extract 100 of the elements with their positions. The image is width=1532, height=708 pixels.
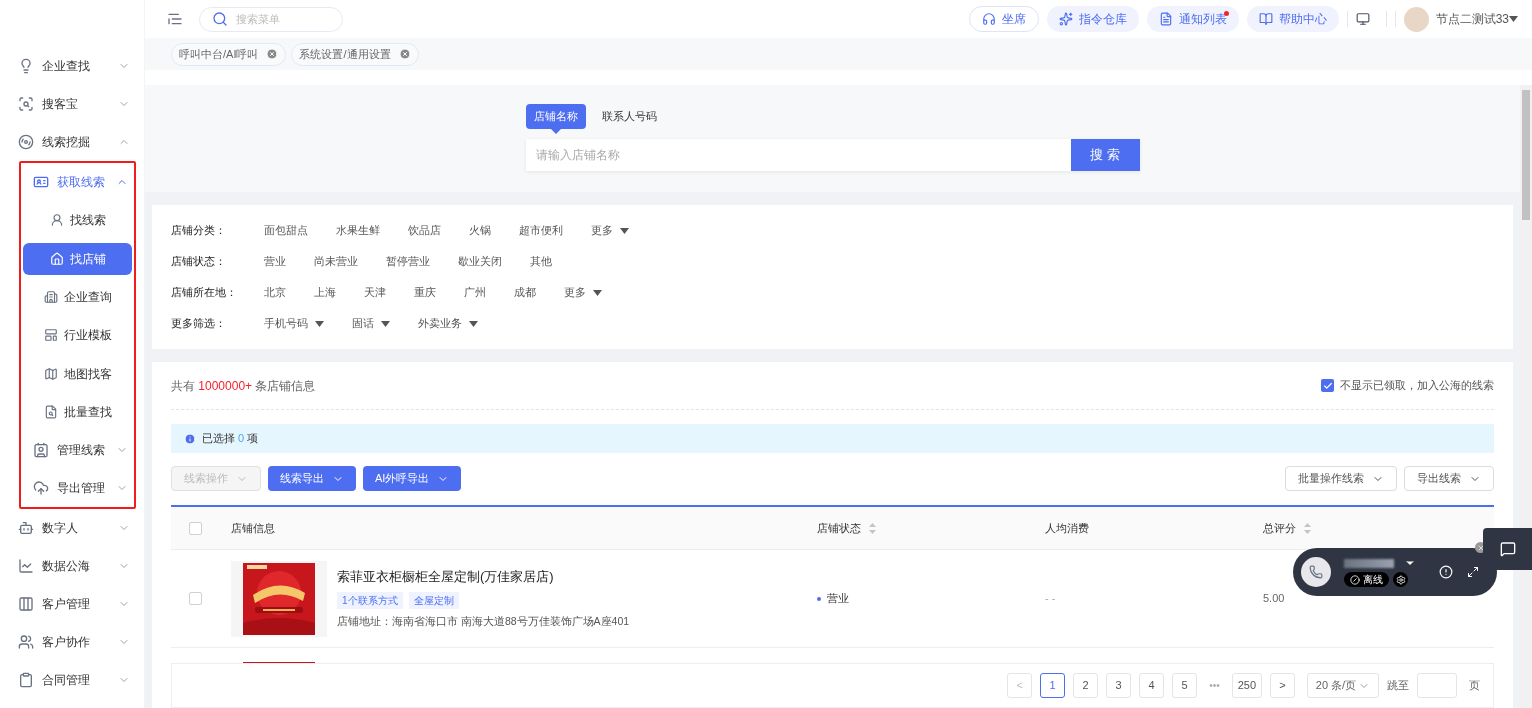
filter-option[interactable]: 固话 xyxy=(352,315,390,332)
toolbar-button[interactable]: 帮助中心 xyxy=(1246,6,1339,32)
checkbox-label[interactable]: 不显示已领取，加入公海的线索 xyxy=(1340,377,1494,394)
filter-option[interactable]: 水果生鲜 xyxy=(336,222,380,239)
next-page-button[interactable]: > xyxy=(1270,673,1295,698)
page-size-select[interactable]: 20 条/页 xyxy=(1307,673,1379,698)
sidebar-item[interactable]: 搜客宝 xyxy=(0,85,144,123)
phone-icon[interactable] xyxy=(1309,565,1323,579)
chat-tab[interactable] xyxy=(1483,528,1532,570)
filter-option[interactable]: 手机号码 xyxy=(264,315,324,332)
sparkle-icon xyxy=(1058,12,1073,26)
caret-icon xyxy=(1509,16,1518,22)
action-dropdown-button[interactable]: 批量操作线索 xyxy=(1285,466,1397,491)
building-icon xyxy=(43,289,58,304)
sidebar-item[interactable]: 获取线索 xyxy=(21,163,134,201)
result-count: 共有 1000000+ 条店铺信息 xyxy=(171,377,317,395)
filter-option[interactable]: 更多 xyxy=(591,222,629,239)
document-icon xyxy=(1158,12,1173,26)
filter-option[interactable]: 重庆 xyxy=(414,284,436,301)
tab-pointer xyxy=(550,129,561,134)
search-button[interactable]: 搜 索 xyxy=(1070,139,1140,171)
column-header[interactable]: 人均消费 xyxy=(1045,519,1089,537)
settings-icon[interactable] xyxy=(1395,574,1406,585)
filter-option[interactable]: 营业 xyxy=(264,253,286,270)
store-tag: 全屋定制 xyxy=(408,591,459,609)
checkbox[interactable] xyxy=(189,521,202,535)
filter-option[interactable]: 歇业关闭 xyxy=(458,253,502,270)
cloud-upload-icon xyxy=(33,480,49,497)
user-name[interactable]: 节点二测试33 xyxy=(1435,10,1509,28)
sidebar-item[interactable]: 行业模板 xyxy=(23,319,132,352)
toolbar-button[interactable]: 坐席 xyxy=(968,6,1039,32)
filter-option[interactable]: 更多 xyxy=(564,284,602,301)
sidebar-item[interactable]: 数据公海 xyxy=(0,547,144,586)
page-tab[interactable]: 呼叫中台/AI呼叫 xyxy=(171,42,287,66)
search-type-tab[interactable]: 店铺名称 xyxy=(525,104,586,129)
menu-icon[interactable] xyxy=(167,11,183,27)
search-input[interactable]: 搜索菜单 xyxy=(236,10,316,28)
headset-icon xyxy=(981,12,996,26)
toolbar-button[interactable]: 通知列表 xyxy=(1146,6,1239,32)
filter-option[interactable]: 饮品店 xyxy=(408,222,441,239)
checkbox[interactable] xyxy=(189,592,202,605)
toolbar-button[interactable]: 指令仓库 xyxy=(1046,6,1139,32)
store-name[interactable]: 索菲亚衣柜橱柜全屋定制(万佳家居店) xyxy=(337,567,630,587)
search-type-tab[interactable]: 联系人号码 xyxy=(593,104,665,129)
status-pill[interactable]: 离线 xyxy=(1344,572,1389,587)
sidebar-item[interactable]: 客户管理 xyxy=(0,585,144,624)
person-icon xyxy=(49,213,64,228)
page-button[interactable]: 4 xyxy=(1139,673,1165,698)
column-header[interactable]: 店铺信息 xyxy=(231,519,275,537)
filter-option[interactable]: 天津 xyxy=(364,284,386,301)
filter-option[interactable]: 超市便利 xyxy=(519,222,563,239)
file-search-icon xyxy=(43,405,58,420)
sidebar-item[interactable]: 企业查找 xyxy=(0,47,144,85)
page-button[interactable]: 1 xyxy=(1040,673,1066,698)
sidebar-item[interactable]: 客户协作 xyxy=(0,623,144,662)
action-dropdown-button[interactable]: AI外呼导出 xyxy=(363,466,462,491)
sidebar-item[interactable]: 找店铺 xyxy=(23,242,132,275)
monitor-icon[interactable] xyxy=(1355,12,1370,26)
filter-option[interactable]: 北京 xyxy=(264,284,286,301)
page-button[interactable]: 3 xyxy=(1106,673,1132,698)
total-score: 5.00 xyxy=(1263,591,1285,607)
sidebar-item[interactable]: 找线索 xyxy=(23,204,132,237)
sidebar-item[interactable]: 线索挖掘 xyxy=(0,123,144,161)
page-button[interactable]: 2 xyxy=(1073,673,1099,698)
filter-option[interactable]: 火锅 xyxy=(469,222,491,239)
sidebar-item[interactable]: 管理线索 xyxy=(21,431,134,470)
close-icon[interactable] xyxy=(398,48,411,60)
alert-icon[interactable] xyxy=(1439,565,1453,579)
page-input[interactable] xyxy=(1417,673,1457,698)
filter-option[interactable]: 其他 xyxy=(530,253,552,270)
close-icon[interactable] xyxy=(266,48,279,60)
column-header[interactable]: 总评分 xyxy=(1263,519,1311,537)
sidebar-item[interactable]: 企业查询 xyxy=(23,280,132,313)
action-dropdown-button[interactable]: 导出线索 xyxy=(1404,466,1494,491)
filter-option[interactable]: 外卖业务 xyxy=(418,315,478,332)
filter-option[interactable]: 尚未营业 xyxy=(314,253,358,270)
page-button[interactable]: 250 xyxy=(1231,673,1262,698)
checkbox[interactable] xyxy=(1321,379,1334,392)
page-button[interactable]: 5 xyxy=(1172,673,1198,698)
filter-option[interactable]: 面包甜点 xyxy=(264,222,308,239)
sidebar-item[interactable]: 数字人 xyxy=(0,509,144,548)
sidebar-item[interactable]: 导出管理 xyxy=(21,469,134,508)
average-spend: - - xyxy=(1045,591,1057,607)
column-header[interactable]: 店铺状态 xyxy=(817,519,876,537)
sidebar-item[interactable]: 批量查找 xyxy=(23,396,132,429)
page-tab[interactable]: 系统设置/通用设置 xyxy=(291,42,419,66)
store-search-input[interactable]: 请输入店铺名称 xyxy=(525,139,1071,171)
filter-option[interactable]: 暂停营业 xyxy=(386,253,430,270)
filter-label: 更多筛选： xyxy=(171,316,227,332)
ellipsis: ••• xyxy=(1208,679,1221,693)
caret-icon xyxy=(593,289,602,296)
sidebar-item[interactable]: 合同管理 xyxy=(0,661,144,700)
filter-option[interactable]: 广州 xyxy=(464,284,486,301)
expand-icon[interactable] xyxy=(1467,566,1479,578)
book-icon xyxy=(1258,12,1273,26)
filter-option[interactable]: 上海 xyxy=(314,284,336,301)
sidebar-item[interactable]: 地图找客 xyxy=(23,357,132,390)
scrollbar-thumb[interactable] xyxy=(1522,90,1530,220)
action-dropdown-button[interactable]: 线索导出 xyxy=(268,466,356,491)
filter-option[interactable]: 成都 xyxy=(514,284,536,301)
